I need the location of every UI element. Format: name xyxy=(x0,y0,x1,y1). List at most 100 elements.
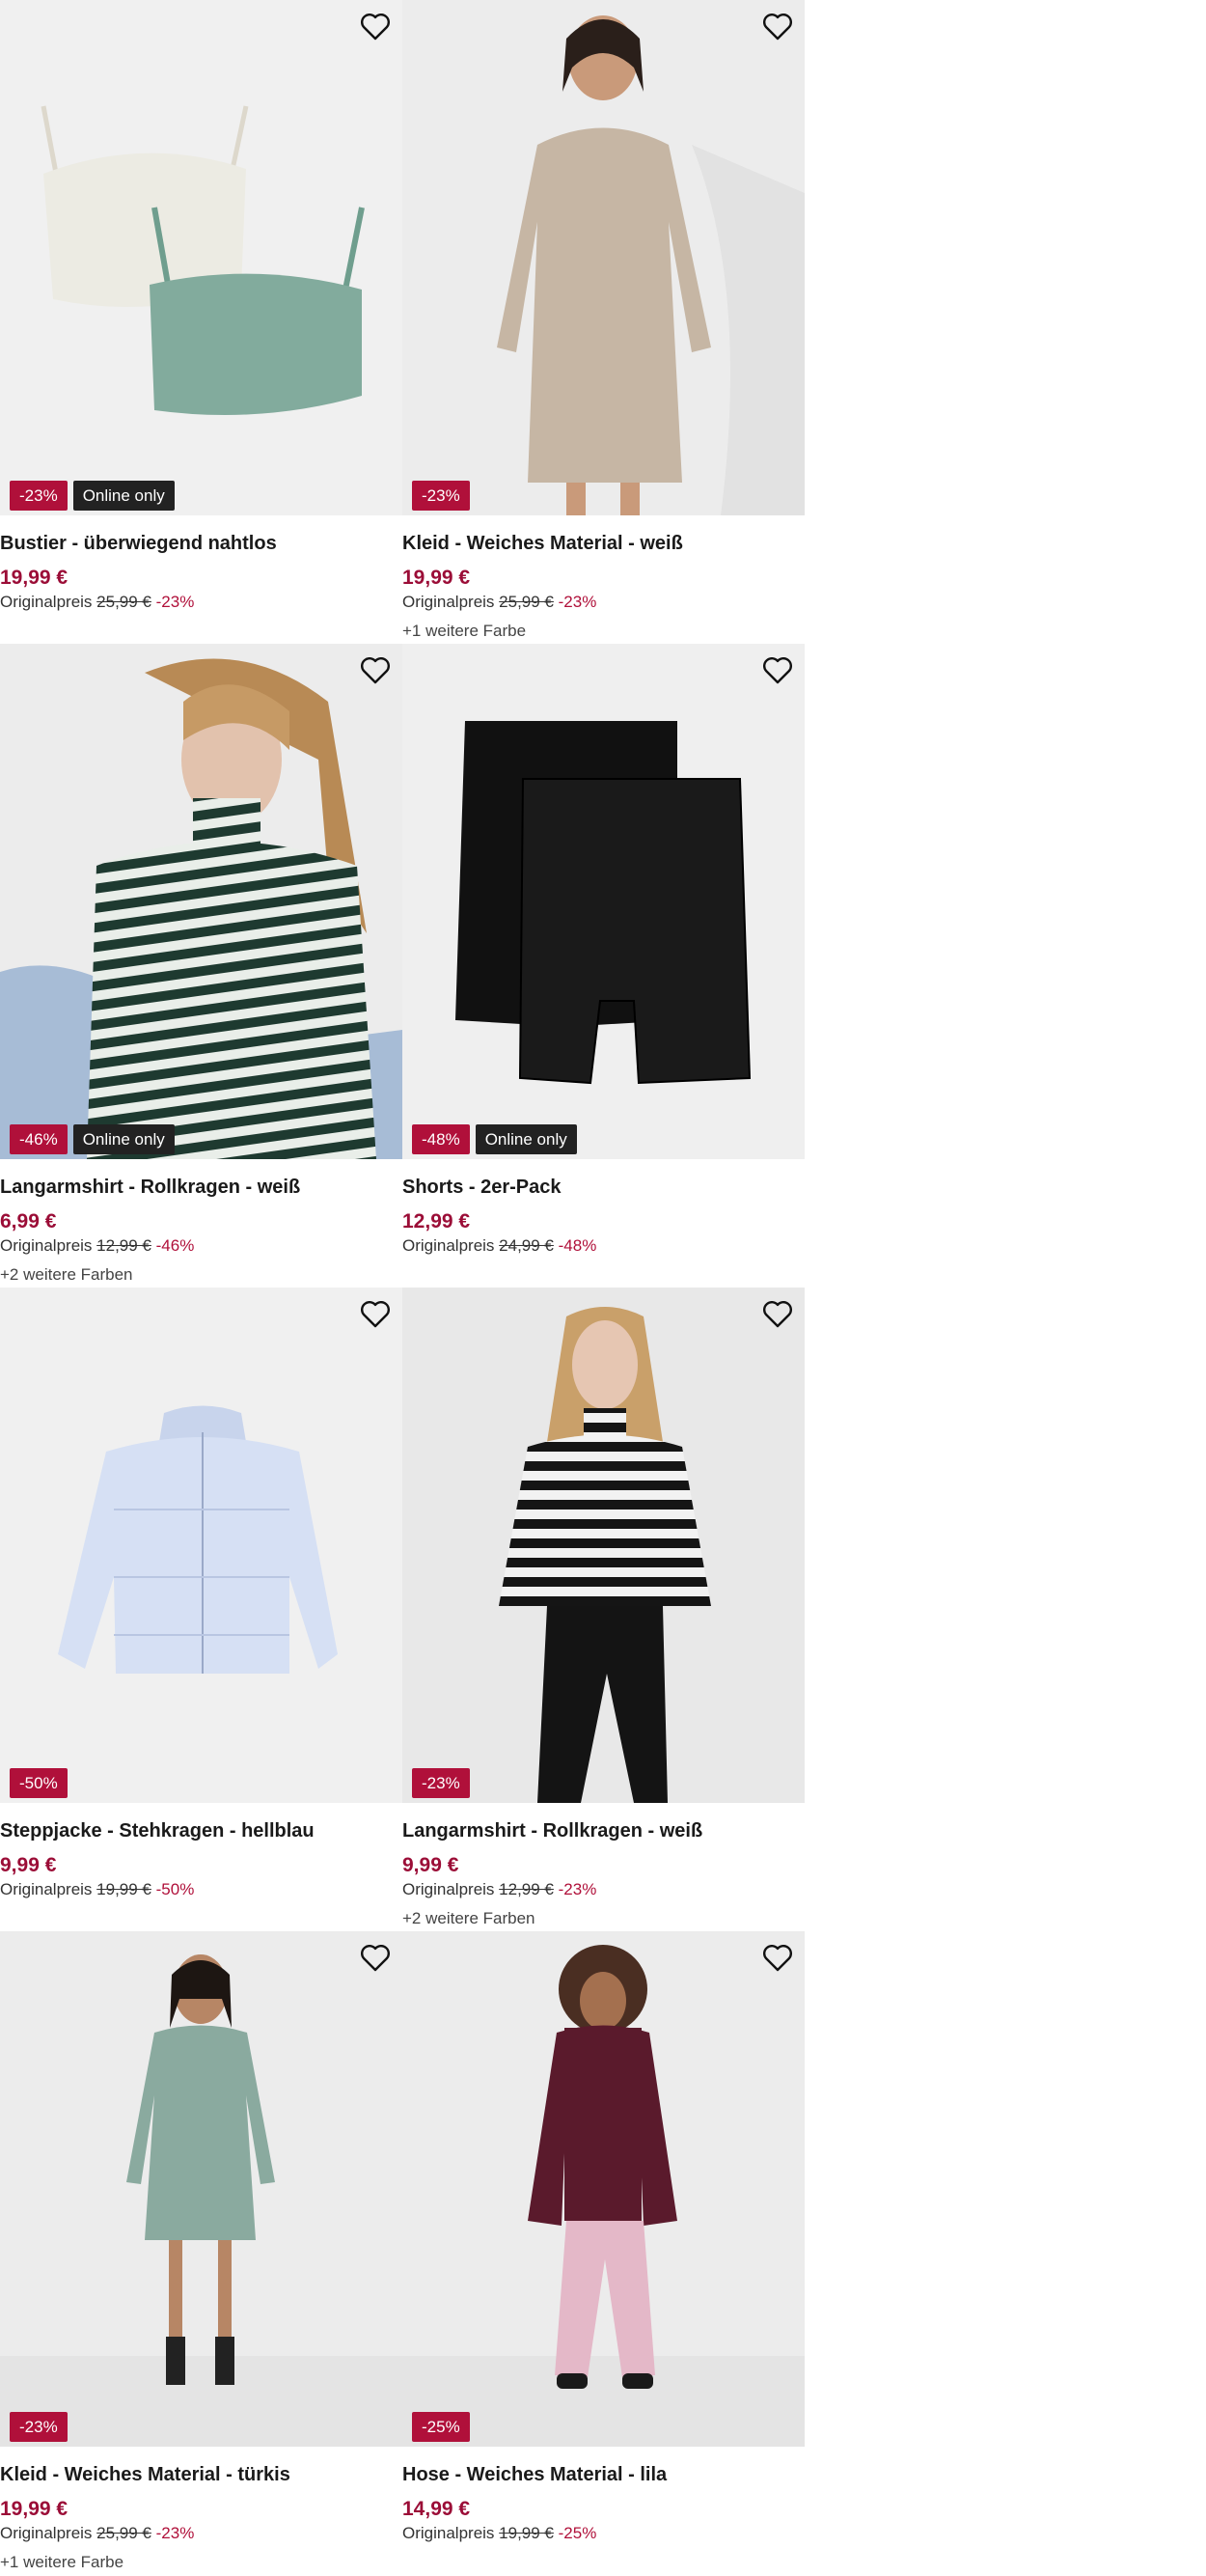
original-price: 12,99 € xyxy=(499,1880,554,1898)
wishlist-heart-icon[interactable] xyxy=(760,10,795,44)
original-price-line: Originalpreis 25,99 € -23% xyxy=(0,593,194,612)
original-price-label: Originalpreis xyxy=(0,2524,93,2542)
original-price-line: Originalpreis 25,99 € -23% xyxy=(0,2524,194,2543)
online-only-badge: Online only xyxy=(475,1124,577,1154)
product-price: 19,99 € xyxy=(402,567,471,589)
discount-badge: -23% xyxy=(412,481,470,511)
original-price: 19,99 € xyxy=(96,1880,151,1898)
discount-badge: -50% xyxy=(10,1768,68,1798)
discount-percent: -50% xyxy=(155,1880,195,1898)
badges: -23% xyxy=(10,2412,68,2442)
badges: -48% Online only xyxy=(412,1124,577,1154)
original-price: 25,99 € xyxy=(96,593,151,611)
original-price-label: Originalpreis xyxy=(0,1236,93,1255)
original-price-line: Originalpreis 12,99 € -23% xyxy=(402,1880,596,1899)
badges: -23% xyxy=(412,481,470,511)
product-image[interactable]: -25% xyxy=(402,1931,805,2447)
product-title[interactable]: Steppjacke - Stehkragen - hellblau xyxy=(0,1820,315,1842)
more-colors-link[interactable]: +1 weitere Farbe xyxy=(402,622,526,641)
original-price-label: Originalpreis xyxy=(0,1880,93,1898)
wishlist-heart-icon[interactable] xyxy=(358,1297,393,1332)
dress-beige-image xyxy=(402,0,805,515)
more-colors-link[interactable]: +2 weitere Farben xyxy=(0,1265,133,1285)
original-price-label: Originalpreis xyxy=(402,593,495,611)
product-price: 9,99 € xyxy=(402,1854,459,1876)
trousers-lilac-image xyxy=(402,1931,805,2447)
original-price: 25,99 € xyxy=(96,2524,151,2542)
dress-turquoise-image xyxy=(0,1931,402,2447)
more-colors-link[interactable]: +1 weitere Farbe xyxy=(0,2553,123,2572)
original-price-label: Originalpreis xyxy=(402,1880,495,1898)
discount-badge: -46% xyxy=(10,1124,68,1154)
wishlist-heart-icon[interactable] xyxy=(760,1941,795,1976)
discount-badge: -48% xyxy=(412,1124,470,1154)
product-card[interactable]: -48% Online only Shorts - 2er-Pack 12,99… xyxy=(402,644,805,1288)
original-price-line: Originalpreis 19,99 € -50% xyxy=(0,1880,194,1899)
original-price-label: Originalpreis xyxy=(402,1236,495,1255)
product-card[interactable]: -23% Online only Bustier - überwiegend n… xyxy=(0,0,402,644)
discount-percent: -46% xyxy=(155,1236,195,1255)
product-title[interactable]: Kleid - Weiches Material - türkis xyxy=(0,2464,290,2486)
product-card[interactable]: -23% Kleid - Weiches Material - türkis 1… xyxy=(0,1931,402,2575)
product-image[interactable]: -48% Online only xyxy=(402,644,805,1159)
product-price: 6,99 € xyxy=(0,1210,57,1233)
product-grid: -23% Online only Bustier - überwiegend n… xyxy=(0,0,805,2575)
original-price-line: Originalpreis 19,99 € -25% xyxy=(402,2524,596,2543)
striped-turtleneck-black-image xyxy=(402,1288,805,1803)
discount-badge: -23% xyxy=(412,1768,470,1798)
badges: -46% Online only xyxy=(10,1124,175,1154)
product-price: 9,99 € xyxy=(0,1854,57,1876)
online-only-badge: Online only xyxy=(72,481,175,511)
original-price-label: Originalpreis xyxy=(402,2524,495,2542)
discount-percent: -23% xyxy=(155,593,195,611)
product-image[interactable]: -23% Online only xyxy=(0,0,402,515)
wishlist-heart-icon[interactable] xyxy=(760,1297,795,1332)
product-image[interactable]: -46% Online only xyxy=(0,644,402,1159)
product-card[interactable]: -50% Steppjacke - Stehkragen - hellblau … xyxy=(0,1288,402,1931)
product-title[interactable]: Shorts - 2er-Pack xyxy=(402,1177,562,1199)
product-price: 12,99 € xyxy=(402,1210,471,1233)
product-title[interactable]: Langarmshirt - Rollkragen - weiß xyxy=(0,1177,300,1199)
puffer-jacket-image xyxy=(0,1288,402,1803)
product-title[interactable]: Langarmshirt - Rollkragen - weiß xyxy=(402,1820,702,1842)
product-card[interactable]: -23% Kleid - Weiches Material - weiß 19,… xyxy=(402,0,805,644)
original-price: 12,99 € xyxy=(96,1236,151,1255)
original-price: 24,99 € xyxy=(499,1236,554,1255)
original-price-line: Originalpreis 25,99 € -23% xyxy=(402,593,596,612)
striped-turtleneck-image xyxy=(0,644,402,1159)
discount-percent: -23% xyxy=(558,593,597,611)
product-price: 14,99 € xyxy=(402,2498,471,2520)
discount-badge: -23% xyxy=(10,2412,68,2442)
wishlist-heart-icon[interactable] xyxy=(358,653,393,688)
original-price: 19,99 € xyxy=(499,2524,554,2542)
discount-badge: -25% xyxy=(412,2412,470,2442)
original-price: 25,99 € xyxy=(499,593,554,611)
original-price-line: Originalpreis 24,99 € -48% xyxy=(402,1236,596,1256)
online-only-badge: Online only xyxy=(72,1124,175,1154)
product-title[interactable]: Kleid - Weiches Material - weiß xyxy=(402,533,683,555)
discount-percent: -48% xyxy=(558,1236,597,1255)
product-price: 19,99 € xyxy=(0,2498,69,2520)
product-card[interactable]: -25% Hose - Weiches Material - lila 14,9… xyxy=(402,1931,805,2575)
shorts-image xyxy=(402,644,805,1159)
product-image[interactable]: -23% xyxy=(0,1931,402,2447)
wishlist-heart-icon[interactable] xyxy=(358,1941,393,1976)
badges: -23% xyxy=(412,1768,470,1798)
product-image[interactable]: -23% xyxy=(402,0,805,515)
badges: -25% xyxy=(412,2412,470,2442)
product-card[interactable]: -23% Langarmshirt - Rollkragen - weiß 9,… xyxy=(402,1288,805,1931)
product-image[interactable]: -23% xyxy=(402,1288,805,1803)
product-title[interactable]: Bustier - überwiegend nahtlos xyxy=(0,533,277,555)
original-price-line: Originalpreis 12,99 € -46% xyxy=(0,1236,194,1256)
more-colors-link[interactable]: +2 weitere Farben xyxy=(402,1909,535,1928)
product-card[interactable]: -46% Online only Langarmshirt - Rollkrag… xyxy=(0,644,402,1288)
product-image[interactable]: -50% xyxy=(0,1288,402,1803)
badges: -23% Online only xyxy=(10,481,175,511)
wishlist-heart-icon[interactable] xyxy=(760,653,795,688)
wishlist-heart-icon[interactable] xyxy=(358,10,393,44)
bustier-image xyxy=(0,0,402,515)
discount-badge: -23% xyxy=(10,481,68,511)
product-title[interactable]: Hose - Weiches Material - lila xyxy=(402,2464,667,2486)
original-price-label: Originalpreis xyxy=(0,593,93,611)
product-price: 19,99 € xyxy=(0,567,69,589)
